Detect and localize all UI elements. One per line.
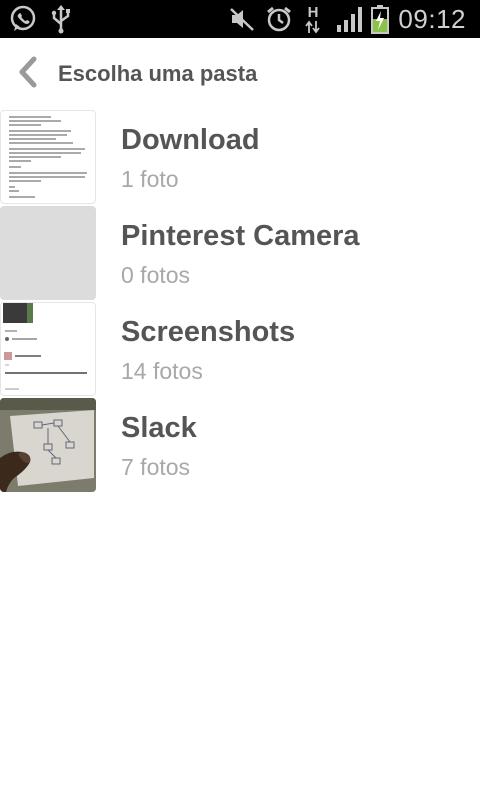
- folder-item-slack[interactable]: Slack 7 fotos: [0, 398, 480, 494]
- folder-name: Screenshots: [121, 316, 296, 348]
- network-type-label: H: [307, 3, 319, 21]
- folder-name: Download: [121, 124, 260, 156]
- status-time: 09:12: [398, 4, 466, 34]
- whatsapp-icon: [6, 0, 40, 38]
- chevron-left-icon: [17, 56, 39, 93]
- folder-item-download[interactable]: Download 1 foto: [0, 110, 480, 206]
- folder-thumbnail: [0, 302, 96, 396]
- mute-icon: [226, 0, 258, 38]
- status-bar: H 09:12: [0, 0, 480, 38]
- folder-name: Pinterest Camera: [121, 220, 360, 252]
- folder-item-screenshots[interactable]: Screenshots 14 fotos: [0, 302, 480, 398]
- folder-list: Download 1 foto Pinterest Camera 0 fotos…: [0, 110, 480, 494]
- folder-thumbnail: [0, 398, 96, 492]
- data-transfer-icon: H: [300, 0, 326, 38]
- page-title: Escolha uma pasta: [58, 61, 258, 86]
- folder-thumbnail: [0, 206, 96, 300]
- folder-name: Slack: [121, 412, 197, 444]
- back-button[interactable]: [8, 52, 48, 96]
- alarm-icon: [263, 0, 295, 38]
- folder-thumbnail: [0, 110, 96, 204]
- action-bar: Escolha uma pasta: [0, 38, 480, 110]
- folder-count: 7 fotos: [121, 454, 191, 480]
- folder-count: 1 foto: [121, 166, 179, 192]
- folder-item-pinterest-camera[interactable]: Pinterest Camera 0 fotos: [0, 206, 480, 302]
- usb-icon: [46, 0, 76, 38]
- signal-icon: [334, 0, 366, 38]
- battery-charging-icon: [369, 0, 391, 38]
- folder-count: 14 fotos: [121, 358, 203, 384]
- folder-count: 0 fotos: [121, 262, 191, 288]
